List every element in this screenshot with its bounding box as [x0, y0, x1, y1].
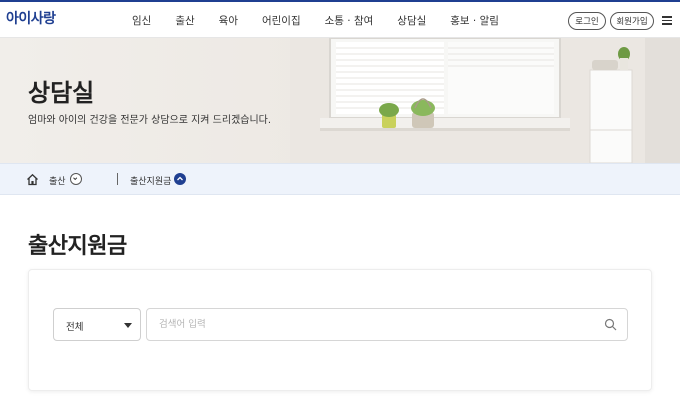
page-title: 출산지원금	[28, 234, 127, 259]
nav-item-community[interactable]: 소통 · 참여	[325, 13, 374, 28]
hero-subtitle: 엄마와 아이의 건강을 전문가 상담으로 지켜 드리겠습니다.	[28, 115, 272, 126]
hero-title: 상담실	[28, 79, 95, 107]
category-select[interactable]: 전체	[53, 308, 141, 341]
main-nav: 임신 출산 육아 어린이집 소통 · 참여 상담실 홍보 · 알림	[120, 2, 511, 38]
site-logo[interactable]: 아이사랑	[6, 8, 56, 28]
chevron-down-icon[interactable]	[70, 173, 82, 185]
home-icon[interactable]	[26, 173, 39, 186]
join-button[interactable]: 회원가입	[610, 12, 654, 30]
nav-item-notice[interactable]: 홍보 · 알림	[450, 13, 499, 28]
breadcrumb-item-current[interactable]: 출산지원금	[130, 174, 171, 187]
nav-item-counseling[interactable]: 상담실	[397, 13, 426, 28]
nav-item-birth[interactable]: 출산	[175, 13, 194, 28]
category-select-value: 전체	[66, 322, 84, 333]
breadcrumb: 출산 출산지원금	[0, 163, 680, 195]
hero-window-illustration	[290, 38, 680, 163]
login-button[interactable]: 로그인	[568, 12, 606, 30]
chevron-up-icon[interactable]	[174, 173, 186, 185]
search-icon[interactable]	[604, 318, 617, 331]
caret-down-icon	[124, 323, 132, 328]
breadcrumb-divider	[117, 173, 118, 185]
hero-banner: 상담실 엄마와 아이의 건강을 전문가 상담으로 지켜 드리겠습니다.	[0, 38, 680, 163]
search-panel: 전체	[28, 269, 652, 391]
nav-item-parenting[interactable]: 육아	[219, 13, 238, 28]
menu-icon[interactable]	[662, 16, 672, 25]
nav-item-daycare[interactable]: 어린이집	[262, 13, 301, 28]
breadcrumb-item-birth[interactable]: 출산	[49, 174, 66, 187]
search-input[interactable]	[146, 308, 628, 341]
nav-item-pregnancy[interactable]: 임신	[132, 13, 151, 28]
site-header: 아이사랑 임신 출산 육아 어린이집 소통 · 참여 상담실 홍보 · 알림 로…	[0, 0, 680, 38]
